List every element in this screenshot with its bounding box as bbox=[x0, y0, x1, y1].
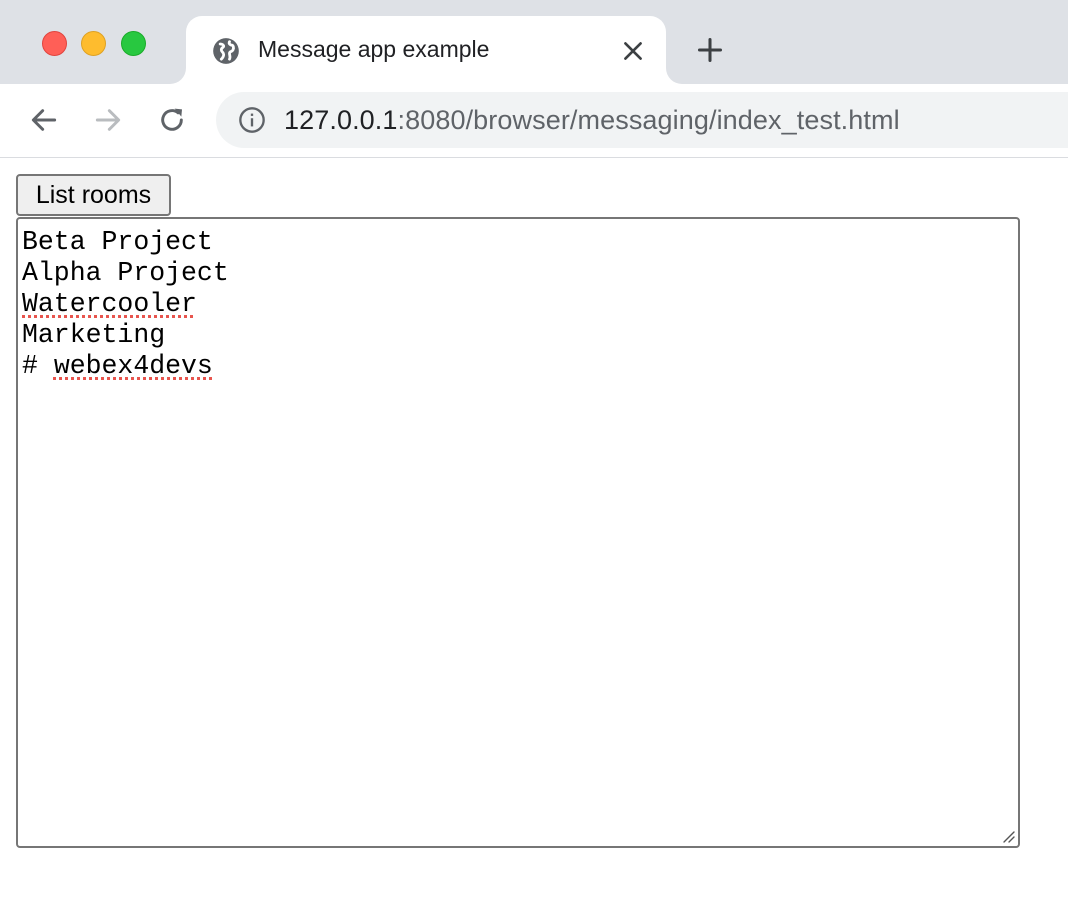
room-name: Marketing bbox=[22, 320, 166, 350]
room-name: webex4devs bbox=[53, 351, 213, 381]
globe-icon bbox=[213, 38, 239, 64]
room-line: Alpha Project bbox=[22, 258, 1014, 289]
address-bar[interactable]: 127.0.0.1:8080/browser/messaging/index_t… bbox=[216, 92, 1068, 148]
info-icon[interactable] bbox=[238, 106, 266, 134]
browser-chrome: Message app example 127.0.0.1:8080/brows… bbox=[0, 0, 1068, 158]
plus-icon[interactable] bbox=[696, 36, 724, 64]
browser-tab[interactable]: Message app example bbox=[186, 16, 666, 84]
browser-toolbar: 127.0.0.1:8080/browser/messaging/index_t… bbox=[0, 84, 1068, 158]
reload-icon[interactable] bbox=[156, 104, 188, 136]
resize-handle-icon[interactable] bbox=[999, 827, 1015, 843]
tab-title: Message app example bbox=[258, 36, 490, 62]
room-line: Watercooler bbox=[22, 289, 1014, 320]
room-line: # webex4devs bbox=[22, 351, 1014, 382]
url-path: :8080/browser/messaging/index_test.html bbox=[397, 105, 900, 135]
window-minimize-button[interactable] bbox=[81, 31, 106, 56]
page-content: List rooms Beta Project Alpha Project Wa… bbox=[0, 158, 1068, 900]
window-maximize-button[interactable] bbox=[121, 31, 146, 56]
window-close-button[interactable] bbox=[42, 31, 67, 56]
close-icon[interactable] bbox=[620, 38, 646, 64]
room-prefix: # bbox=[22, 351, 54, 381]
room-name: Watercooler bbox=[22, 289, 197, 319]
url-text[interactable]: 127.0.0.1:8080/browser/messaging/index_t… bbox=[284, 105, 900, 136]
room-line: Beta Project bbox=[22, 227, 1014, 258]
room-name: Beta Project bbox=[22, 227, 213, 257]
arrow-left-icon[interactable] bbox=[28, 104, 60, 136]
room-line: Marketing bbox=[22, 320, 1014, 351]
list-rooms-button[interactable]: List rooms bbox=[16, 174, 171, 216]
room-name: Alpha Project bbox=[22, 258, 229, 288]
rooms-textarea[interactable]: Beta Project Alpha Project Watercooler M… bbox=[16, 217, 1020, 848]
url-host: 127.0.0.1 bbox=[284, 105, 398, 135]
arrow-right-icon[interactable] bbox=[92, 104, 124, 136]
